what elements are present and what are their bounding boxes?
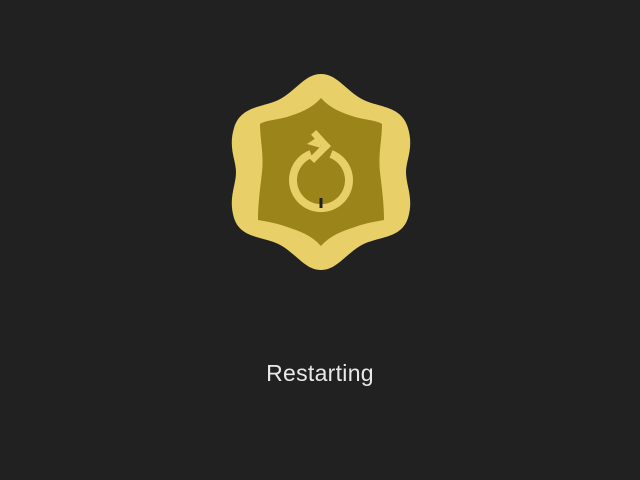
badge-graphic xyxy=(231,74,411,270)
restart-screen: Restarting xyxy=(0,0,640,480)
status-label: Restarting xyxy=(266,360,374,386)
restart-badge xyxy=(226,68,416,276)
